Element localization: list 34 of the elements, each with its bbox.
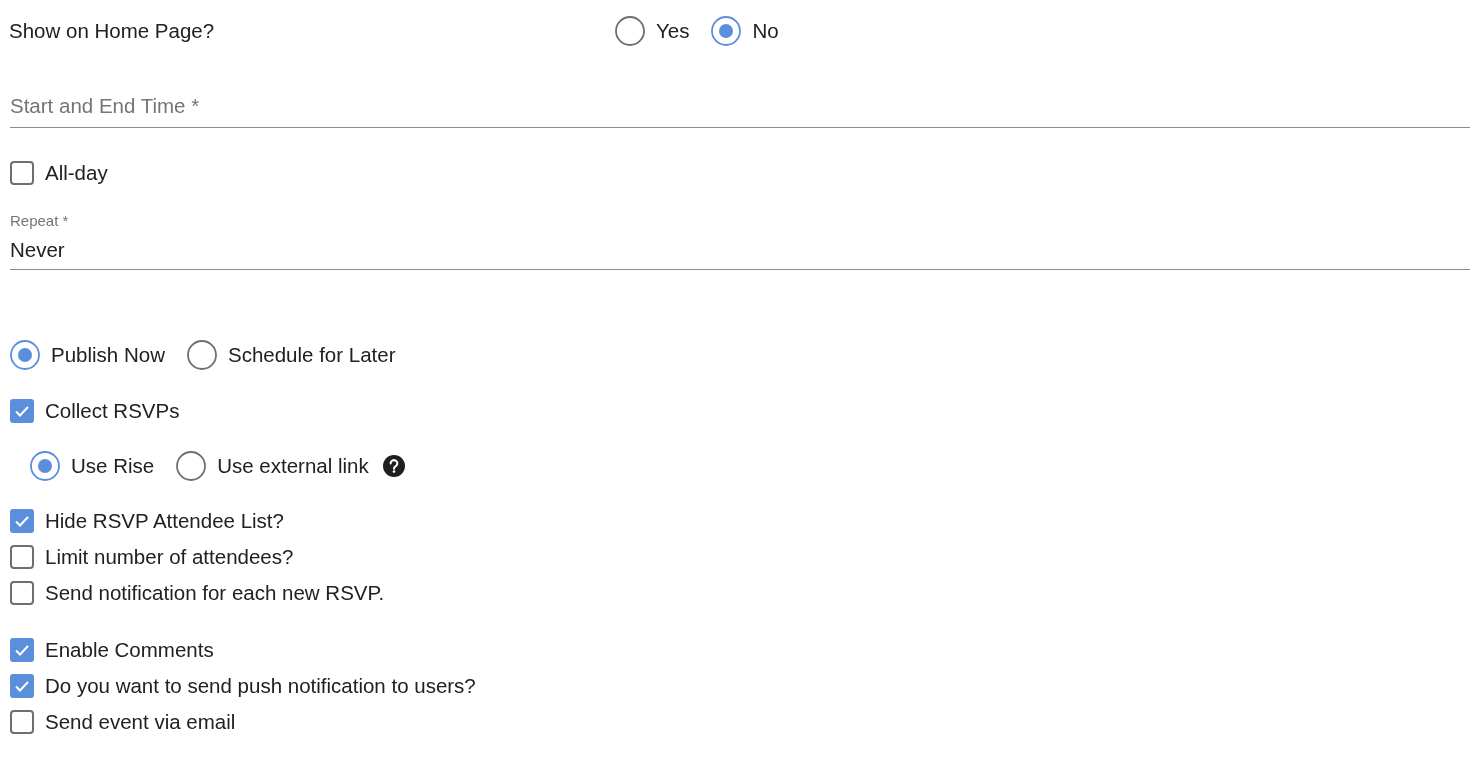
option-label[interactable]: Use external link: [217, 454, 369, 478]
option-label[interactable]: Schedule for Later: [227, 343, 396, 367]
option-label[interactable]: Publish Now: [51, 343, 165, 367]
field-label: Repeat *: [10, 212, 70, 230]
checkbox-label[interactable]: All-day: [45, 161, 108, 185]
date-range-field[interactable]: Start and End Time *: [10, 90, 1470, 128]
checkbox[interactable]: [10, 674, 34, 698]
checkbox-label[interactable]: Hide RSVP Attendee List?: [45, 509, 284, 533]
checkbox-label[interactable]: Do you want to send push notification to users?: [45, 674, 476, 698]
checkbox[interactable]: [10, 399, 34, 423]
checkbox[interactable]: [10, 509, 34, 533]
option-label[interactable]: Use Rise: [71, 454, 155, 478]
option-label[interactable]: Yes: [656, 19, 690, 43]
radio-button[interactable]: [711, 16, 742, 46]
checkbox-label[interactable]: Enable Comments: [45, 638, 214, 662]
radio-button[interactable]: [186, 340, 217, 370]
checkbox[interactable]: [10, 638, 34, 662]
radio-button[interactable]: [30, 451, 60, 481]
question-label: Show on Home Page?: [9, 19, 216, 43]
radio-button[interactable]: [176, 451, 207, 481]
checkbox-label[interactable]: Limit number of attendees?: [45, 545, 294, 569]
checkbox-label[interactable]: Send notification for each new RSVP.: [45, 581, 385, 605]
option-label[interactable]: No: [752, 19, 779, 43]
radio-button[interactable]: [10, 340, 40, 370]
checkbox-label[interactable]: Collect RSVPs: [45, 399, 180, 423]
checkbox[interactable]: [10, 161, 34, 185]
checkbox[interactable]: [10, 545, 34, 569]
help-icon[interactable]: [382, 455, 405, 477]
checkbox-label[interactable]: Send event via email: [45, 710, 236, 734]
checkbox[interactable]: [10, 710, 34, 734]
radio-button[interactable]: [615, 16, 645, 46]
repeat-select[interactable]: Repeat * Never: [10, 212, 1470, 270]
checkbox[interactable]: [10, 581, 34, 605]
select-value: Never: [10, 238, 66, 262]
